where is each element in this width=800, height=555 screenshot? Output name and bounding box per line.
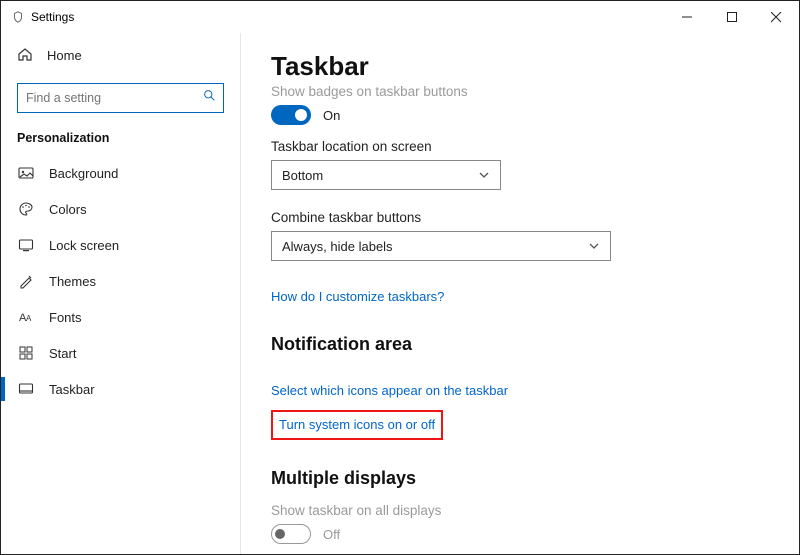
sidebar-item-start[interactable]: Start: [1, 335, 240, 371]
sidebar-item-label: Colors: [49, 202, 87, 217]
multi-show-state: Off: [323, 527, 340, 542]
window-title: Settings: [31, 10, 74, 24]
palette-icon: [17, 201, 35, 217]
customize-help-link[interactable]: How do I customize taskbars?: [271, 289, 444, 304]
location-select[interactable]: Bottom: [271, 160, 501, 190]
multi-show-label: Show taskbar on all displays: [271, 503, 769, 518]
sidebar-item-label: Start: [49, 346, 76, 361]
select-icons-link[interactable]: Select which icons appear on the taskbar: [271, 383, 508, 398]
sidebar-item-colors[interactable]: Colors: [1, 191, 240, 227]
app-icon: [11, 10, 25, 24]
chevron-down-icon: [588, 240, 600, 252]
content-area: Taskbar Show badges on taskbar buttons O…: [241, 33, 799, 554]
sidebar-item-label: Fonts: [49, 310, 82, 325]
sidebar-item-background[interactable]: Background: [1, 155, 240, 191]
sidebar: Home Personalization Background Colors L…: [1, 33, 241, 554]
image-icon: [17, 165, 35, 181]
minimize-button[interactable]: [664, 3, 709, 31]
start-icon: [17, 345, 35, 361]
chevron-down-icon: [478, 169, 490, 181]
page-title: Taskbar: [271, 51, 769, 82]
close-button[interactable]: [754, 3, 799, 31]
sidebar-item-label: Themes: [49, 274, 96, 289]
titlebar: Settings: [1, 1, 799, 33]
combine-select[interactable]: Always, hide labels: [271, 231, 611, 261]
taskbar-icon: [17, 381, 35, 397]
sidebar-item-themes[interactable]: Themes: [1, 263, 240, 299]
home-icon: [17, 46, 33, 65]
location-value: Bottom: [282, 168, 323, 183]
home-label: Home: [47, 48, 82, 63]
search-icon: [203, 89, 216, 107]
sidebar-section-title: Personalization: [1, 113, 240, 155]
sidebar-item-label: Lock screen: [49, 238, 119, 253]
sidebar-item-label: Taskbar: [49, 382, 95, 397]
system-icons-link[interactable]: Turn system icons on or off: [279, 417, 435, 432]
sidebar-item-taskbar[interactable]: Taskbar: [1, 371, 240, 407]
badges-label: Show badges on taskbar buttons: [271, 84, 769, 99]
combine-value: Always, hide labels: [282, 239, 393, 254]
multiple-displays-heading: Multiple displays: [271, 468, 769, 489]
sidebar-item-lock-screen[interactable]: Lock screen: [1, 227, 240, 263]
combine-label: Combine taskbar buttons: [271, 210, 769, 225]
badges-toggle-state: On: [323, 108, 340, 123]
sidebar-item-fonts[interactable]: AA Fonts: [1, 299, 240, 335]
notification-area-heading: Notification area: [271, 334, 769, 355]
home-nav[interactable]: Home: [1, 37, 240, 73]
lock-screen-icon: [17, 237, 35, 253]
fonts-icon: AA: [17, 309, 35, 325]
maximize-button[interactable]: [709, 3, 754, 31]
multi-show-toggle[interactable]: [271, 524, 311, 544]
sidebar-item-label: Background: [49, 166, 118, 181]
highlight-box: Turn system icons on or off: [271, 410, 443, 440]
themes-icon: [17, 273, 35, 289]
location-label: Taskbar location on screen: [271, 139, 769, 154]
search-input[interactable]: [17, 83, 224, 113]
badges-toggle[interactable]: [271, 105, 311, 125]
svg-text:A: A: [26, 314, 32, 323]
